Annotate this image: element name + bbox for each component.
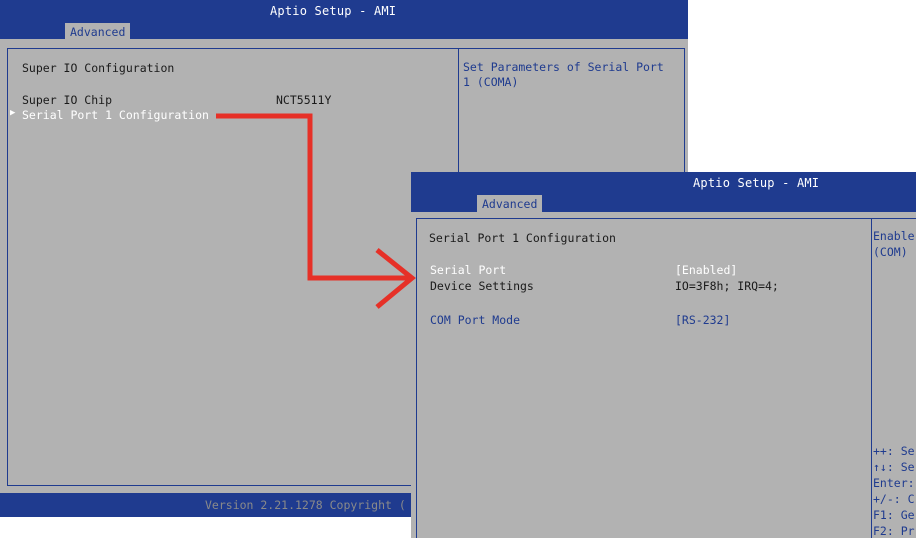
serial-port-1-configuration-item[interactable]: Serial Port 1 Configuration [22, 108, 209, 122]
key-help-line: F2: Pr [873, 524, 915, 538]
super-io-chip-value: NCT5511Y [276, 93, 332, 107]
window-title: Aptio Setup - AMI [270, 4, 397, 18]
key-help-line: ++: Se [873, 444, 915, 458]
version-copyright: Version 2.21.1278 Copyright ( [205, 498, 406, 512]
com-port-mode-value[interactable]: [RS-232] [675, 313, 730, 327]
super-io-chip-label: Super IO Chip [22, 93, 113, 107]
key-help-line: +/-: C [873, 492, 915, 506]
help-text: Set Parameters of Serial Port 1 (COMA) [463, 60, 664, 89]
com-port-mode-label[interactable]: COM Port Mode [430, 313, 520, 327]
help-text-line: Enable [873, 229, 915, 243]
tab-advanced[interactable]: Advanced [477, 195, 543, 213]
bios-screen-serial-port: Aptio Setup - AMI Advanced Serial Port 1… [411, 172, 916, 538]
page-heading: Serial Port 1 Configuration [429, 231, 616, 245]
key-help-line: Enter: [873, 476, 915, 490]
key-help-line: F1: Ge [873, 508, 915, 522]
serial-port-value[interactable]: [Enabled] [675, 263, 737, 277]
help-panel [871, 218, 916, 538]
page-heading: Super IO Configuration [22, 61, 175, 75]
title-bar: Aptio Setup - AMI Advanced [411, 172, 916, 213]
help-text-line: (COM) [873, 245, 908, 259]
submenu-arrow-icon: ▶ [10, 108, 16, 118]
tab-advanced[interactable]: Advanced [65, 23, 131, 41]
device-settings-label: Device Settings [430, 279, 534, 293]
title-bar: Aptio Setup - AMI Advanced [0, 0, 688, 41]
serial-port-label[interactable]: Serial Port [430, 263, 506, 277]
device-settings-value: IO=3F8h; IRQ=4; [675, 279, 779, 293]
window-title: Aptio Setup - AMI [693, 176, 820, 190]
key-help-line: ↑↓: Se [873, 460, 915, 474]
